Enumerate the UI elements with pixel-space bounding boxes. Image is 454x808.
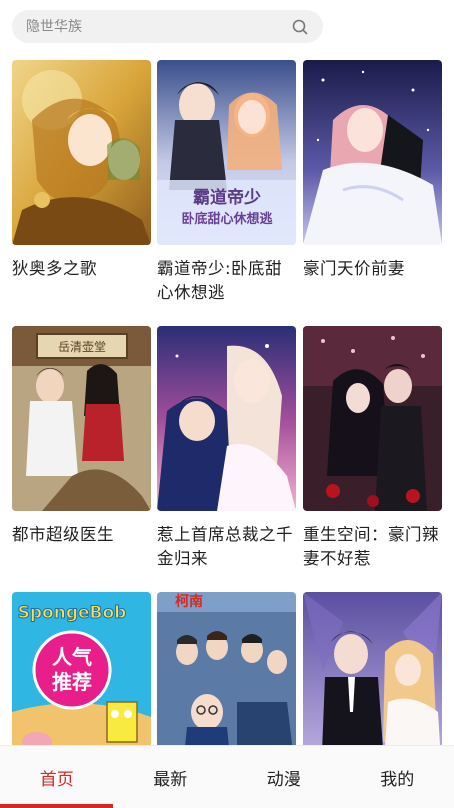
comic-cover-art bbox=[303, 326, 442, 511]
comic-card[interactable]: 惹上首席总裁之千金归来 bbox=[157, 326, 296, 571]
tab-mine[interactable]: 我的 bbox=[341, 746, 454, 808]
cover-sign: 岳清壶堂 bbox=[58, 339, 106, 354]
cover-brand: SpongeBob bbox=[18, 603, 127, 623]
search-bar[interactable] bbox=[12, 10, 323, 43]
comic-cover[interactable] bbox=[303, 326, 442, 511]
comic-cover-art bbox=[12, 60, 151, 245]
cover-subtitle: 卧底甜心休想逃 bbox=[181, 211, 273, 227]
bottom-tab-bar: 首页 最新 动漫 我的 bbox=[0, 745, 454, 808]
cover-logo: 霸道帝少 bbox=[193, 187, 261, 208]
comic-card[interactable]: 重生空间：豪门辣妻不好惹 bbox=[303, 326, 442, 571]
comic-card[interactable]: 岳清壶堂 都市超级医生 bbox=[12, 326, 151, 547]
comic-cover[interactable]: 岳清壶堂 bbox=[12, 326, 151, 511]
cover-brand: 柯南 bbox=[175, 593, 203, 610]
comic-card[interactable]: 霸道帝少 卧底甜心休想逃 霸道帝少:卧底甜心休想逃 bbox=[157, 60, 296, 305]
tab-latest[interactable]: 最新 bbox=[114, 746, 228, 808]
comic-title[interactable]: 霸道帝少:卧底甜心休想逃 bbox=[157, 257, 296, 305]
tab-anime[interactable]: 动漫 bbox=[227, 746, 341, 808]
comic-cover-art: 霸道帝少 卧底甜心休想逃 bbox=[157, 60, 296, 245]
cover-badge-2: 推荐 bbox=[52, 670, 92, 694]
tab-latest-label[interactable]: 最新 bbox=[153, 765, 187, 790]
tab-home[interactable]: 首页 bbox=[0, 746, 114, 808]
search-input[interactable] bbox=[26, 18, 266, 35]
comic-title[interactable]: 都市超级医生 bbox=[12, 523, 151, 547]
comic-cover[interactable] bbox=[12, 60, 151, 245]
comic-cover-art: 岳清壶堂 bbox=[12, 326, 151, 511]
cover-badge-1: 人气 bbox=[52, 645, 92, 669]
search-icon[interactable] bbox=[291, 18, 309, 36]
tab-home-label[interactable]: 首页 bbox=[40, 765, 74, 790]
comic-cover[interactable] bbox=[157, 326, 296, 511]
comic-title[interactable]: 重生空间：豪门辣妻不好惹 bbox=[303, 523, 442, 571]
comic-cover[interactable]: 霸道帝少 卧底甜心休想逃 bbox=[157, 60, 296, 245]
comic-title[interactable]: 惹上首席总裁之千金归来 bbox=[157, 523, 296, 571]
comic-card[interactable]: 狄奥多之歌 bbox=[12, 60, 151, 281]
comic-card[interactable]: 豪门天价前妻 bbox=[303, 60, 442, 281]
comic-cover[interactable] bbox=[303, 60, 442, 245]
active-tab-indicator bbox=[0, 804, 113, 808]
comic-title[interactable]: 豪门天价前妻 bbox=[303, 257, 442, 281]
comic-title[interactable]: 狄奥多之歌 bbox=[12, 257, 151, 281]
comic-cover-art bbox=[157, 326, 296, 511]
comic-cover-art bbox=[303, 60, 442, 245]
tab-anime-label[interactable]: 动漫 bbox=[267, 765, 301, 790]
tab-mine-label[interactable]: 我的 bbox=[380, 765, 414, 790]
